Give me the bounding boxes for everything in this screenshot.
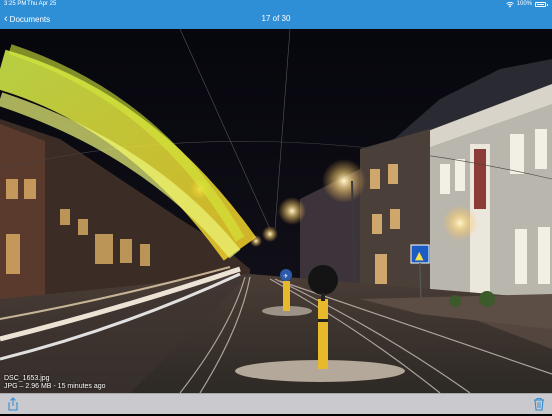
trash-icon <box>534 397 544 411</box>
status-right: 100% <box>505 0 548 9</box>
photo-viewer[interactable]: ✈ ▲ DSC_1653.jpg JPG – 2.96 MB - 15 minu… <box>0 29 552 393</box>
battery-icon <box>535 2 546 7</box>
status-bar: 3:25 PM Thu Apr 25 100% <box>0 0 552 9</box>
battery-percent: 100% <box>516 1 532 7</box>
navigation-bar: ‹ Documents 17 of 30 <box>0 9 552 29</box>
photo-details: JPG – 2.96 MB - 15 minutes ago <box>4 383 106 390</box>
photo-caption: DSC_1653.jpg JPG – 2.96 MB - 15 minutes … <box>4 375 106 391</box>
photo-filename: DSC_1653.jpg <box>4 375 50 382</box>
wifi-icon <box>505 1 514 7</box>
bottom-toolbar <box>0 393 552 414</box>
share-icon <box>8 397 18 411</box>
status-date: Thu Apr 25 <box>27 1 57 7</box>
trash-button[interactable] <box>532 397 546 411</box>
battery-tip <box>547 3 548 6</box>
crossing-sign-glyph: ▲ <box>415 249 424 262</box>
bike-sign-glyph: ✈ <box>283 273 288 280</box>
street-photo: ✈ ▲ <box>0 29 552 393</box>
share-button[interactable] <box>6 397 20 411</box>
page-title: 17 of 30 <box>261 14 291 23</box>
